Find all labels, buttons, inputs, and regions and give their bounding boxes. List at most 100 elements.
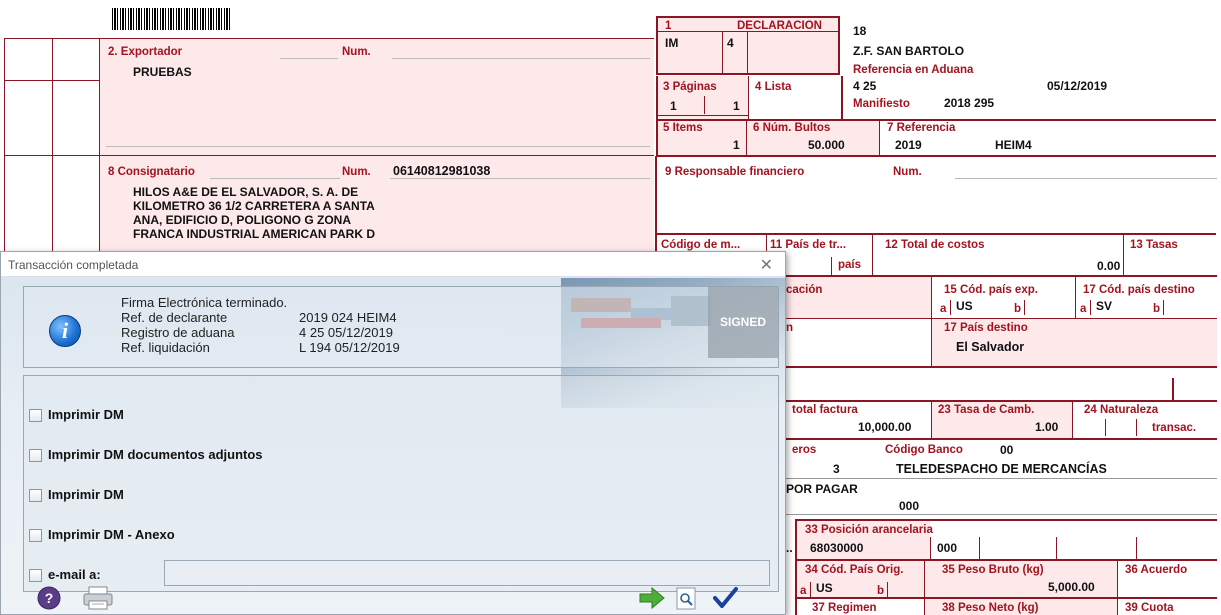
paginas-a: 1 <box>670 99 677 113</box>
cod-pais-orig-b-mark: b <box>877 585 885 597</box>
manifiesto-value: 2018 295 <box>944 96 995 110</box>
consignatario-line-3: ANA, EDIFICIO D, POLIGONO G ZONA <box>133 213 352 227</box>
lista-label: 4 Lista <box>755 81 792 93</box>
despacho-name: TELEDESPACHO DE MERCANCÍAS <box>896 462 1107 476</box>
codigo-banco-value: 00 <box>1000 443 1014 457</box>
print-button[interactable] <box>81 584 113 612</box>
total-factura-value: 10,000.00 <box>858 420 912 434</box>
peso-bruto-label: 35 Peso Bruto (kg) <box>942 564 1044 576</box>
cod-pais-orig-a-mark: a <box>800 585 807 597</box>
imprimir-dm-anexo-label: Imprimir DM - Anexo <box>48 527 175 542</box>
paginas-b: 1 <box>733 99 740 113</box>
ref-aduana-value: 4 25 <box>853 79 877 93</box>
posicion-label: 33 Posición arancelaria <box>805 524 933 536</box>
declaration-type: IM <box>665 36 679 50</box>
paginas-label: 3 Páginas <box>663 81 717 93</box>
total-costos-label: 12 Total de costos <box>885 239 985 251</box>
dialog-titlebar[interactable]: Transacción completada ✕ <box>1 252 785 277</box>
help-icon: ? <box>37 586 61 610</box>
tasas-label: 13 Tasas <box>1130 239 1178 251</box>
pais-destino-value: El Salvador <box>956 340 1025 354</box>
next-button[interactable] <box>637 584 667 612</box>
cod-pais-dest-b-mark: b <box>1153 303 1161 315</box>
email-field[interactable] <box>164 560 770 586</box>
cod-pais-exp-value: US <box>956 299 973 313</box>
printer-icon <box>83 586 113 610</box>
ref-declarante-value: 2019 024 HEIM4 <box>299 310 397 325</box>
email-label: e-mail a: <box>48 567 101 582</box>
peso-neto-label: 38 Peso Neto (kg) <box>942 602 1039 614</box>
cod-pais-exp-label: 15 Cód. país exp. <box>944 284 1038 296</box>
preview-button[interactable] <box>671 584 701 612</box>
cod-pais-dest-value: SV <box>1096 299 1113 313</box>
bultos-value: 50.000 <box>808 138 845 152</box>
registro-aduana-value: 4 25 05/12/2019 <box>299 325 393 340</box>
consignatario-line-1: HILOS A&E DE EL SALVADOR, S. A. DE <box>133 185 359 199</box>
peso-bruto-value: 5,000.00 <box>1048 580 1095 594</box>
ref-declarante-label: Ref. de declarante <box>121 310 228 325</box>
referencia-label: 7 Referencia <box>887 122 956 134</box>
regimen-label: 37 Regimen <box>812 602 877 614</box>
imprimir-dm-anexo-checkbox[interactable] <box>29 529 42 542</box>
tasa-camb-label: 23 Tasa de Camb. <box>938 404 1035 416</box>
ref-aduana-label: Referencia en Aduana <box>853 64 974 76</box>
transac-label: transac. <box>1152 422 1197 434</box>
por-pagar: POR PAGAR <box>786 482 858 496</box>
cod-pais-orig-value: US <box>816 581 833 595</box>
resp-fin-label: 9 Responsable financiero <box>665 166 805 178</box>
manifiesto-label: Manifiesto <box>853 98 910 110</box>
tasa-camb-value: 1.00 <box>1035 420 1059 434</box>
imprimir-dm-2-checkbox[interactable] <box>29 489 42 502</box>
eros-label: eros <box>792 444 817 456</box>
cacion-label: cación <box>786 284 823 296</box>
registro-aduana-label: Registro de aduana <box>121 325 235 340</box>
items-value: 1 <box>733 138 740 152</box>
referencia-year: 2019 <box>895 138 922 152</box>
imprimir-dm-adjuntos-checkbox[interactable] <box>29 449 42 462</box>
codigo-m-label: Código de m... <box>661 239 741 251</box>
naturaleza-label: 24 Naturaleza <box>1084 404 1159 416</box>
imprimir-dm-adjuntos-label: Imprimir DM documentos adjuntos <box>48 447 263 462</box>
imprimir-dm-label: Imprimir DM <box>48 407 124 422</box>
cod-pais-dest-a-mark: a <box>1080 303 1087 315</box>
help-button[interactable]: ? <box>34 584 64 612</box>
barcode <box>112 8 230 30</box>
imprimir-dm-2-label: Imprimir DM <box>48 487 124 502</box>
codigo-banco-label: Código Banco <box>885 444 963 456</box>
ref-liquidacion-label: Ref. liquidación <box>121 340 210 355</box>
exportador-num-label: Num. <box>342 46 371 58</box>
declaration-number: 18 <box>853 24 867 38</box>
n-fragment: n <box>786 322 794 334</box>
imprimir-dm-checkbox[interactable] <box>29 409 42 422</box>
cuota-label: 39 Cuota <box>1125 602 1174 614</box>
transaction-dialog: Transacción completada ✕ i Firma Electró… <box>0 251 786 615</box>
exportador-name: PRUEBAS <box>133 65 192 79</box>
info-icon: i <box>49 315 81 347</box>
close-icon[interactable]: ✕ <box>760 255 773 275</box>
consignatario-num: 06140812981038 <box>393 164 491 178</box>
cod-pais-orig-label: 34 Cód. País Orig. <box>805 564 904 576</box>
ref-aduana-date: 05/12/2019 <box>1047 79 1108 93</box>
declaration-code: 4 <box>727 36 734 50</box>
email-checkbox[interactable] <box>29 569 42 582</box>
arrow-right-icon <box>639 586 665 610</box>
info-line-1: Firma Electrónica terminado. <box>121 295 288 310</box>
cod-pais-exp-a-mark: a <box>940 303 947 315</box>
ref-liquidacion-value: L 194 05/12/2019 <box>299 340 400 355</box>
total-factura-label: total factura <box>792 404 858 416</box>
zona-franca: Z.F. SAN BARTOLO <box>853 44 965 58</box>
resp-fin-num-label: Num. <box>893 166 922 178</box>
signature-info-panel: i Firma Electrónica terminado. Ref. de d… <box>23 286 779 368</box>
consignatario-label: 8 Consignatario <box>108 166 195 178</box>
preview-icon <box>676 587 696 610</box>
signed-badge: SIGNED <box>708 286 778 358</box>
dialog-body: i Firma Electrónica terminado. Ref. de d… <box>1 278 785 614</box>
dialog-title: Transacción completada <box>8 258 139 272</box>
pais-tr-label: 11 País de tr... <box>770 239 847 251</box>
checkmark-icon <box>713 587 738 608</box>
ok-button[interactable] <box>710 584 740 612</box>
consignatario-line-4: FRANCA INDUSTRIAL AMERICAN PARK D <box>133 227 375 241</box>
exportador-label: 2. Exportador <box>108 46 183 58</box>
cod-pais-exp-b-mark: b <box>1014 303 1022 315</box>
pais-word: país <box>838 259 862 271</box>
